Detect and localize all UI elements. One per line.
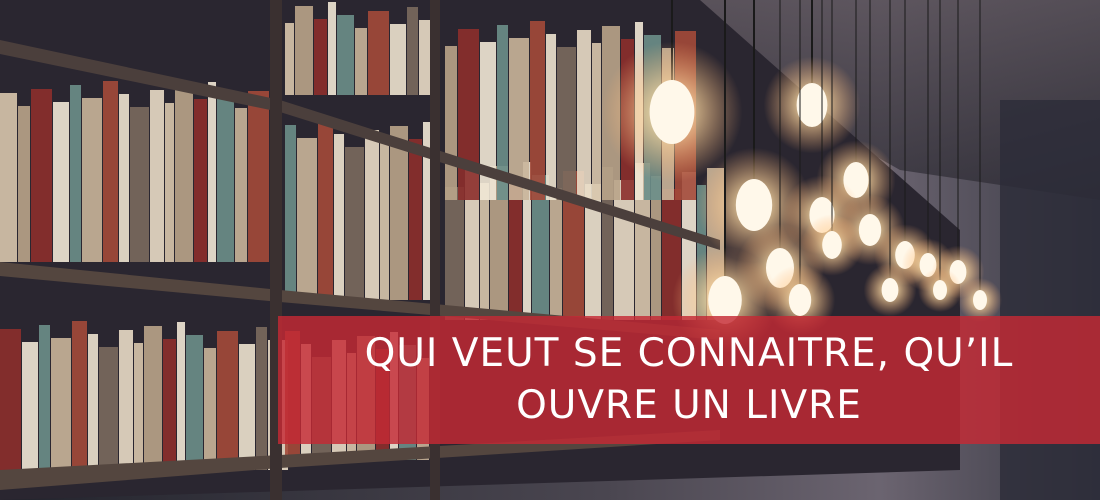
book-spine (445, 46, 457, 200)
light-bulb-icon (796, 83, 828, 127)
book-spine (334, 134, 344, 300)
book-spine (407, 7, 418, 95)
book-spine (248, 91, 269, 262)
book-spine (337, 15, 354, 95)
book-spine (119, 94, 129, 262)
book-spine (51, 338, 71, 470)
book-spine (217, 331, 238, 470)
book-spine (577, 30, 591, 200)
book-spine (297, 138, 317, 300)
book-spine (0, 329, 21, 470)
book-spine (134, 343, 143, 470)
book-spine (365, 130, 379, 300)
book-spine (557, 47, 576, 200)
light-bulb-icon (822, 231, 842, 259)
book-spine (355, 28, 367, 95)
book-spine (53, 102, 69, 262)
light-bulb-icon (788, 284, 812, 316)
book-spine (163, 339, 176, 470)
book-spine (390, 126, 408, 300)
book-spine (144, 326, 162, 470)
book-spine (70, 85, 81, 262)
quote-line-2: OUVRE UN LIVRE (516, 383, 862, 428)
book-spine (204, 348, 216, 470)
book-spine (546, 34, 556, 200)
book-spine (445, 187, 464, 320)
book-spine (368, 11, 389, 95)
quote-banner: QUI VEUT SE CONNAITRE, QU’IL OUVRE UN LI… (278, 316, 1100, 444)
book-spine (314, 19, 327, 95)
book-spine (103, 81, 118, 262)
book-spine (550, 188, 562, 320)
book-spine (285, 125, 296, 300)
book-spine (165, 103, 174, 262)
book-spine (150, 90, 164, 262)
book-spine (18, 106, 30, 262)
book-spine (345, 147, 364, 300)
light-bulb-icon (881, 278, 899, 302)
book-spine (22, 342, 38, 470)
light-bulb-icon (973, 290, 987, 310)
book-spine (380, 143, 389, 300)
book-spine (235, 108, 247, 262)
book-spine (82, 98, 102, 262)
book-spine (99, 347, 118, 470)
book-spine (177, 322, 185, 470)
book-spine (318, 121, 333, 300)
book-spine (119, 330, 133, 470)
book-spine (256, 327, 267, 470)
book-spine (592, 43, 601, 200)
book-spine (409, 139, 422, 300)
book-spine (328, 2, 336, 95)
book-spine (480, 183, 489, 320)
book-spine (295, 6, 313, 95)
library-hero-image: QUI VEUT SE CONNAITRE, QU’IL OUVRE UN LI… (0, 0, 1100, 500)
book-spine (614, 180, 634, 320)
light-bulb-icon (933, 280, 947, 300)
book-spine (530, 21, 545, 200)
quote-line-1: QUI VEUT SE CONNAITRE, QU’IL (364, 331, 1014, 376)
book-spine (208, 82, 216, 262)
book-spine (285, 23, 294, 95)
light-bulb-icon (735, 179, 773, 231)
quote-text: QUI VEUT SE CONNAITRE, QU’IL OUVRE UN LI… (365, 328, 1014, 432)
book-spine (217, 95, 234, 262)
book-spine (31, 89, 52, 262)
book-spine (88, 334, 98, 470)
light-bulb-icon (649, 80, 695, 144)
book-spine (130, 107, 149, 262)
book-spine (239, 344, 255, 470)
book-spine (175, 86, 193, 262)
book-spine (509, 179, 522, 320)
book-spine (72, 321, 87, 470)
book-spine (194, 99, 207, 262)
book-spine (186, 335, 203, 470)
book-spine (0, 93, 17, 262)
book-spine (39, 325, 50, 470)
book-spine (390, 24, 406, 95)
book-spine (458, 29, 479, 200)
